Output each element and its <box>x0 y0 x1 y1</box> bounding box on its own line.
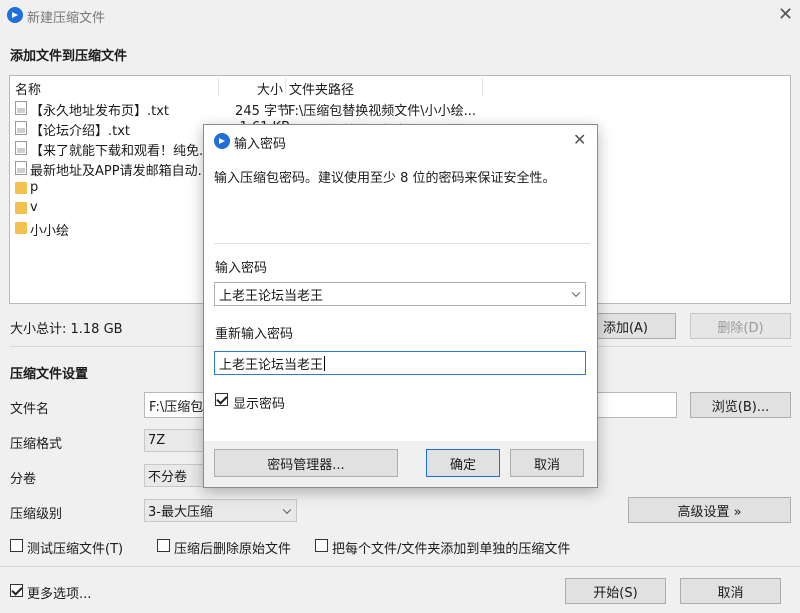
dialog-divider <box>214 243 590 244</box>
level-value: 3-最大压缩 <box>148 505 213 520</box>
separate-archives-checkbox[interactable] <box>315 539 328 552</box>
password-input[interactable]: 上老王论坛当老王 <box>214 282 586 306</box>
total-size: 大小总计: 1.18 GB <box>10 322 123 337</box>
window-close-icon[interactable]: ✕ <box>778 6 793 24</box>
file-name: 小小绘 <box>30 224 70 239</box>
more-options-checkbox[interactable] <box>10 584 23 597</box>
dialog-description: 输入压缩包密码。建议使用至少 8 位的密码来保证安全性。 <box>214 171 556 186</box>
dialog-logo-icon <box>214 133 230 149</box>
start-button[interactable]: 开始(S) <box>565 578 666 604</box>
password-label: 输入密码 <box>215 261 268 276</box>
chevron-down-icon[interactable] <box>571 288 581 298</box>
file-icon <box>15 121 27 135</box>
remove-button[interactable]: 删除(D) <box>690 313 791 339</box>
chevron-down-icon <box>282 505 292 514</box>
password-manager-button[interactable]: 密码管理器... <box>214 449 398 477</box>
text-caret <box>324 355 326 371</box>
format-label: 压缩格式 <box>10 437 63 452</box>
folder-icon <box>15 182 27 194</box>
window-title: 新建压缩文件 <box>27 11 106 26</box>
dialog-title: 输入密码 <box>234 137 287 152</box>
settings-title: 压缩文件设置 <box>10 367 89 382</box>
title-bar: 新建压缩文件 ✕ <box>0 0 800 30</box>
file-name: 【来了就能下载和观看！纯免... <box>30 144 212 159</box>
column-name-header[interactable]: 名称 <box>15 79 41 98</box>
password-value: 上老王论坛当老王 <box>219 288 324 304</box>
filename-label: 文件名 <box>10 402 50 417</box>
level-select[interactable]: 3-最大压缩 <box>144 499 297 522</box>
separate-archives-label[interactable]: 把每个文件/文件夹添加到单独的压缩文件 <box>332 538 570 557</box>
level-label: 压缩级别 <box>10 507 63 522</box>
dialog-close-icon[interactable]: ✕ <box>573 132 586 148</box>
file-name: p <box>30 180 39 195</box>
file-list-row[interactable]: 【永久地址发布页】.txt 245 字节 F:\压缩包替换视频文件\小小绘... <box>10 98 790 119</box>
file-name: v <box>30 200 38 215</box>
test-archive-checkbox[interactable] <box>10 539 23 552</box>
file-name: 【论坛介绍】.txt <box>30 124 131 139</box>
file-path: F:\压缩包替换视频文件\小小绘... <box>288 104 477 119</box>
footer-divider <box>0 566 800 567</box>
file-icon <box>15 161 27 175</box>
advanced-settings-button[interactable]: 高级设置 » <box>628 497 791 523</box>
file-list-header: 名称 大小 文件夹路径 <box>10 76 790 98</box>
more-options-label[interactable]: 更多选项... <box>27 583 91 602</box>
delete-source-label[interactable]: 压缩后删除原始文件 <box>174 538 291 557</box>
volume-value: 不分卷 <box>148 470 188 485</box>
password-dialog: 输入密码 ✕ 输入压缩包密码。建议使用至少 8 位的密码来保证安全性。 输入密码… <box>203 124 598 488</box>
file-icon <box>15 101 27 115</box>
test-archive-label[interactable]: 测试压缩文件(T) <box>27 538 123 557</box>
add-section-title: 添加文件到压缩文件 <box>10 49 128 64</box>
file-size: 245 字节 <box>235 104 290 119</box>
dialog-cancel-button[interactable]: 取消 <box>510 449 584 477</box>
column-size-header[interactable]: 大小 <box>257 79 283 98</box>
folder-icon <box>15 222 27 234</box>
volume-label: 分卷 <box>10 472 37 487</box>
folder-icon <box>15 202 27 214</box>
confirm-password-input[interactable]: 上老王论坛当老王 <box>214 351 586 375</box>
confirm-password-value: 上老王论坛当老王 <box>219 357 324 373</box>
file-name: 最新地址及APP请发邮箱自动... <box>30 164 210 179</box>
file-name: 【永久地址发布页】.txt <box>30 104 170 119</box>
file-icon <box>15 141 27 155</box>
format-value: 7Z <box>148 433 166 448</box>
dialog-ok-button[interactable]: 确定 <box>426 449 500 477</box>
show-password-checkbox[interactable] <box>215 393 228 406</box>
browse-button[interactable]: 浏览(B)... <box>690 392 791 418</box>
show-password-label[interactable]: 显示密码 <box>233 393 285 412</box>
app-logo-icon <box>7 7 23 23</box>
confirm-password-label: 重新输入密码 <box>215 327 294 342</box>
delete-source-checkbox[interactable] <box>157 539 170 552</box>
column-path-header[interactable]: 文件夹路径 <box>289 79 354 98</box>
cancel-button[interactable]: 取消 <box>680 578 781 604</box>
